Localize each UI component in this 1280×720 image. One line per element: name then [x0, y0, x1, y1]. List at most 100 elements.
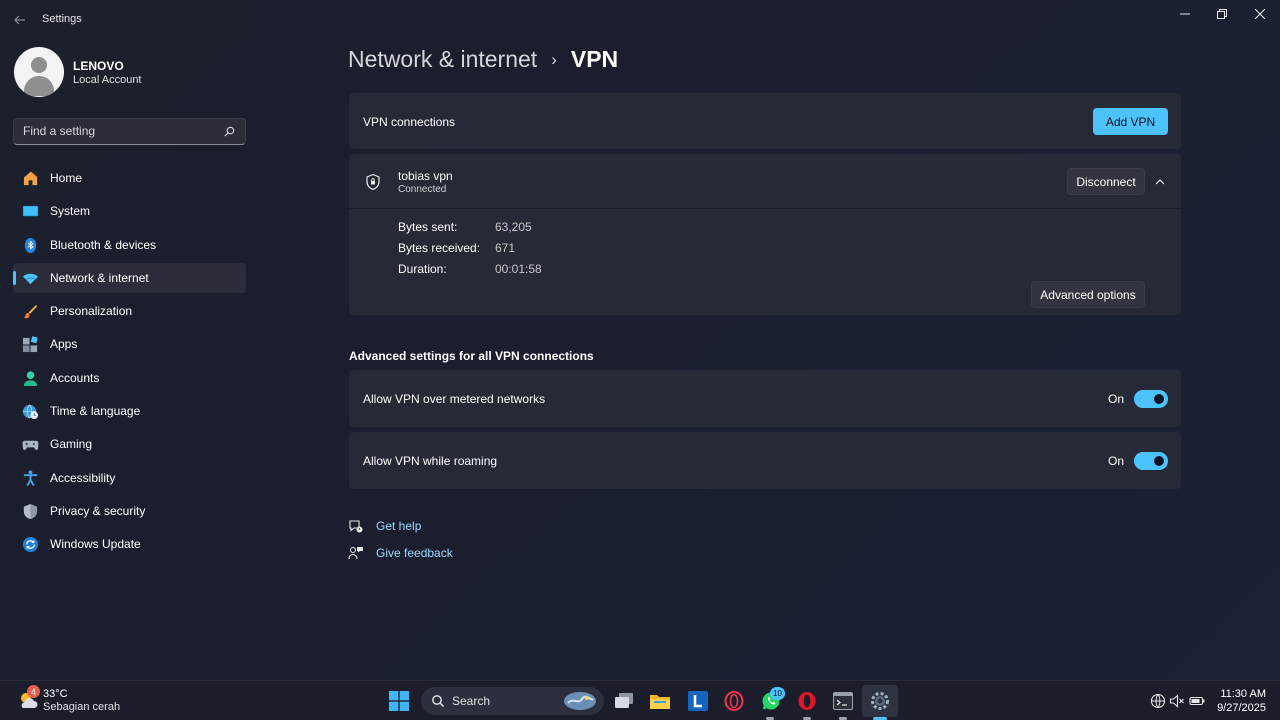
avatar[interactable]	[14, 47, 64, 97]
give-feedback-label: Give feedback	[376, 546, 453, 560]
back-arrow-icon	[14, 15, 25, 25]
sidebar-item-windows-update[interactable]: Windows Update	[13, 529, 246, 559]
sidebar-item-label: Personalization	[50, 304, 133, 319]
search-icon	[432, 695, 445, 708]
sidebar-item-accessibility[interactable]: Accessibility	[13, 463, 246, 493]
breadcrumb: Network & internet › VPN	[348, 46, 618, 73]
sidebar-item-bluetooth[interactable]: Bluetooth & devices	[13, 230, 246, 260]
shield-icon	[23, 503, 38, 520]
clock-time[interactable]: 11:30 AM	[1200, 688, 1266, 700]
terminal-icon	[833, 692, 853, 710]
sidebar-item-label: Network & internet	[50, 270, 149, 285]
search-highlight-icon	[564, 692, 596, 710]
metered-networks-toggle[interactable]	[1134, 390, 1168, 408]
account-type: Local Account	[73, 74, 142, 86]
sidebar-item-label: Accessibility	[50, 470, 116, 485]
sidebar-item-label: System	[50, 204, 91, 219]
folder-icon	[650, 695, 670, 709]
get-help-link[interactable]: Get help	[348, 518, 421, 534]
sidebar-item-label: Apps	[50, 337, 78, 352]
chevron-up-icon[interactable]	[1152, 174, 1168, 190]
search-input[interactable]	[23, 124, 213, 138]
avatar-body	[24, 76, 54, 96]
taskbar-search[interactable]: Search	[421, 687, 604, 715]
roaming-toggle[interactable]	[1134, 452, 1168, 470]
sidebar-item-time-language[interactable]: Time & language	[13, 396, 246, 426]
search-box[interactable]	[13, 118, 246, 145]
accessibility-icon	[23, 470, 38, 486]
l-app-button[interactable]	[686, 689, 710, 713]
metered-networks-state: On	[1108, 392, 1125, 406]
give-feedback-link[interactable]: Give feedback	[348, 545, 453, 561]
network-icon	[22, 273, 39, 285]
breadcrumb-separator: ›	[551, 49, 557, 69]
gamepad-icon	[22, 441, 39, 451]
settings-gear-icon	[871, 692, 889, 710]
update-icon	[22, 537, 39, 553]
task-view-button[interactable]	[612, 689, 636, 713]
start-button[interactable]	[387, 689, 411, 713]
opera-gx-button[interactable]	[722, 689, 746, 713]
settings-taskbar-button[interactable]	[862, 685, 898, 717]
vpn-connections-card: VPN connections Add VPN	[349, 93, 1181, 149]
sidebar-item-label: Time & language	[50, 404, 141, 419]
sidebar-item-personalization[interactable]: Personalization	[13, 296, 246, 326]
sidebar-item-label: Home	[50, 171, 83, 185]
globe-clock-icon	[22, 404, 39, 420]
restore-button[interactable]	[1204, 4, 1240, 24]
roaming-state: On	[1108, 454, 1125, 468]
minimize-button[interactable]	[1167, 4, 1203, 24]
sidebar-item-label: Accounts	[50, 370, 100, 385]
sidebar-item-label: Gaming	[50, 437, 93, 452]
sidebar-item-privacy[interactable]: Privacy & security	[13, 496, 246, 526]
l-app-icon	[688, 691, 708, 711]
title-bar: Settings	[0, 0, 1280, 40]
user-name: LENOVO	[73, 59, 124, 73]
vpn-name: tobias vpn	[398, 169, 453, 183]
sidebar-item-home[interactable]: Home	[13, 163, 246, 193]
sidebar-nav: Home System Bluetooth & devices Network …	[13, 163, 246, 563]
weather-desc[interactable]: Sebagian cerah	[43, 701, 120, 713]
back-button[interactable]	[8, 10, 32, 30]
advanced-options-button[interactable]: Advanced options	[1031, 281, 1145, 308]
file-explorer-button[interactable]	[648, 689, 672, 713]
bytes-received-label: Bytes received:	[398, 241, 481, 255]
sidebar-item-label: Privacy & security	[50, 503, 146, 518]
terminal-button[interactable]	[831, 689, 855, 713]
duration-value: 00:01:58	[495, 262, 542, 276]
bytes-sent-value: 63,205	[495, 220, 532, 234]
close-button[interactable]	[1242, 4, 1278, 24]
vpn-connections-label: VPN connections	[363, 115, 456, 129]
bytes-sent-label: Bytes sent:	[398, 220, 458, 234]
search-icon	[224, 126, 235, 137]
sidebar-item-accounts[interactable]: Accounts	[13, 363, 246, 393]
sidebar-item-label: Bluetooth & devices	[50, 237, 157, 252]
vpn-connection-header[interactable]: tobias vpn Connected Disconnect	[349, 154, 1181, 209]
restore-icon	[1217, 9, 1227, 19]
network-globe-icon[interactable]	[1150, 693, 1166, 709]
sidebar-item-system[interactable]: System	[13, 196, 246, 226]
taskbar-search-label: Search	[452, 694, 491, 708]
task-view-icon	[615, 693, 633, 708]
metered-networks-label: Allow VPN over metered networks	[363, 392, 546, 406]
breadcrumb-parent[interactable]: Network & internet	[348, 46, 537, 73]
page-title: VPN	[570, 46, 619, 72]
add-vpn-button[interactable]: Add VPN	[1093, 108, 1168, 135]
weather-temp[interactable]: 33°C	[43, 688, 68, 700]
sidebar-item-apps[interactable]: Apps	[13, 329, 246, 359]
clock-date[interactable]: 9/27/2025	[1200, 702, 1266, 714]
duration-label: Duration:	[398, 262, 447, 276]
speaker-muted-icon[interactable]	[1169, 693, 1185, 709]
sidebar-item-network[interactable]: Network & internet	[13, 262, 246, 293]
vpn-connection-card: tobias vpn Connected Disconnect Bytes se…	[349, 154, 1181, 315]
get-help-label: Get help	[376, 519, 422, 533]
vpn-shield-icon	[366, 173, 380, 191]
roaming-label: Allow VPN while roaming	[363, 454, 498, 468]
vpn-status: Connected	[398, 184, 447, 195]
opera-button[interactable]	[795, 689, 819, 713]
toggle-knob	[1154, 394, 1164, 404]
disconnect-button[interactable]: Disconnect	[1067, 168, 1145, 195]
close-icon	[1255, 9, 1265, 19]
opera-gx-icon	[724, 691, 744, 711]
sidebar-item-gaming[interactable]: Gaming	[13, 429, 246, 459]
